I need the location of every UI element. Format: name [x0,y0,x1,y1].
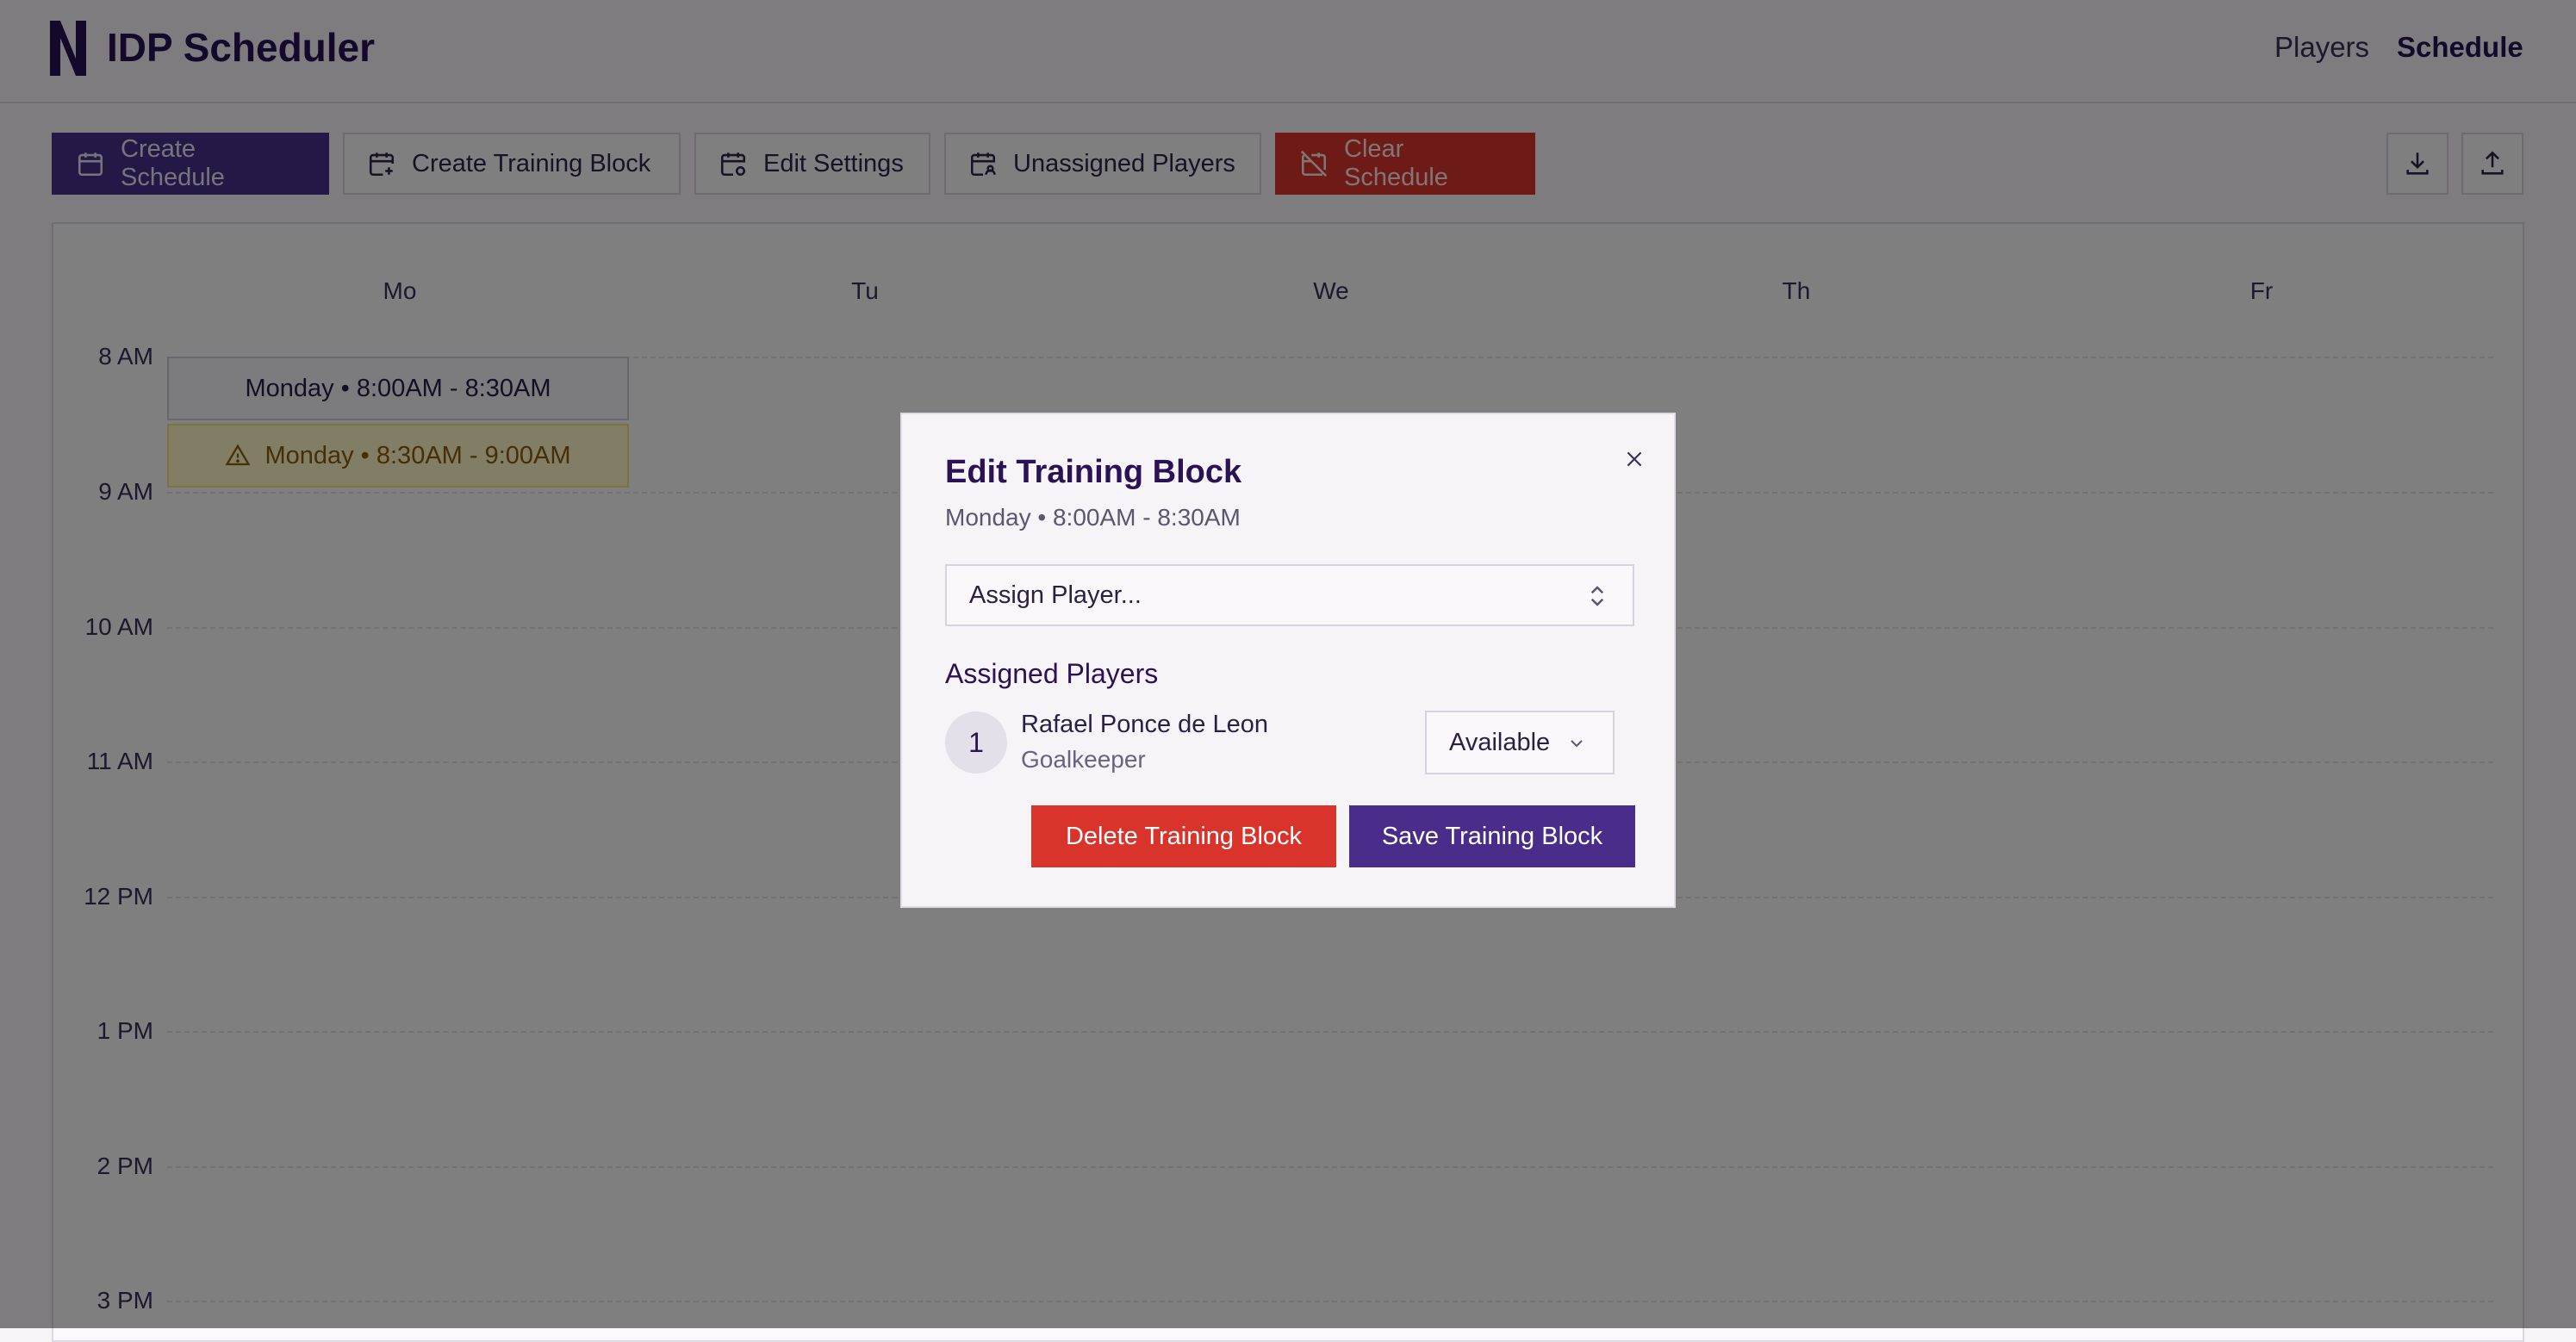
player-position: Goalkeeper [1021,746,1146,773]
dialog-title: Edit Training Block [945,454,1242,490]
chevron-up-down-icon [1590,586,1604,606]
chevron-down-icon [1571,740,1583,748]
app-root: IDP Scheduler Players Schedule Create Sc… [0,0,2576,1342]
close-icon [1627,451,1642,467]
edit-training-block-dialog: Edit Training Block Monday • 8:00AM - 8:… [900,413,1676,908]
player-name: Rafael Ponce de Leon [1021,711,1268,738]
save-training-block-button[interactable]: Save Training Block [1349,805,1635,867]
assigned-players-heading: Assigned Players [945,658,1159,689]
close-button[interactable] [1617,442,1652,476]
assign-player-select[interactable]: Assign Player... [945,564,1634,626]
player-status-select[interactable]: Available [1425,711,1615,774]
delete-training-block-button[interactable]: Delete Training Block [1031,805,1336,867]
player-number-badge: 1 [945,711,1007,774]
assign-player-placeholder: Assign Player... [969,581,1142,609]
player-status-value: Available [1449,728,1551,756]
dialog-subtitle: Monday • 8:00AM - 8:30AM [945,504,1241,531]
